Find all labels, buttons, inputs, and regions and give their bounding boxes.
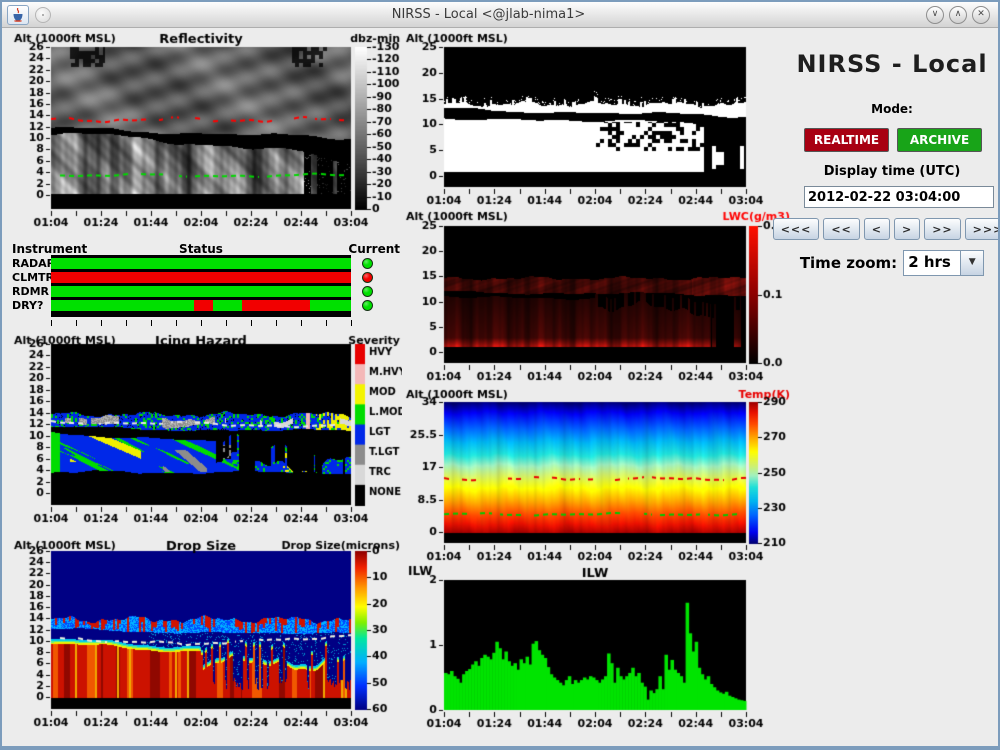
control-panel: NIRSS - Local Mode: REALTIME ARCHIVE Dis… bbox=[794, 42, 990, 302]
close-button[interactable]: ✕ bbox=[972, 6, 990, 24]
temperature-panel bbox=[402, 386, 792, 564]
window-title: NIRSS - Local <@jlab-nima1> bbox=[51, 7, 926, 22]
status-current-indicator bbox=[362, 286, 373, 297]
status-bar-segment bbox=[51, 300, 194, 311]
drop-size-panel bbox=[10, 537, 402, 747]
nav-forward-fast-button[interactable]: >>> bbox=[965, 218, 1000, 240]
display-time-input[interactable] bbox=[804, 186, 994, 208]
status-bar-segment bbox=[242, 300, 310, 311]
titlebar[interactable]: NIRSS - Local <@jlab-nima1> ∨ ∧ ✕ bbox=[2, 2, 998, 28]
status-axis-tick bbox=[76, 320, 77, 326]
realtime-button[interactable]: REALTIME bbox=[804, 128, 889, 152]
reflectivity-heatmap bbox=[10, 30, 402, 240]
status-bar-segment bbox=[51, 258, 351, 269]
close-icon: ✕ bbox=[977, 9, 985, 19]
status-current-indicator bbox=[362, 272, 373, 283]
time-zoom-value: 2 hrs bbox=[904, 251, 960, 275]
status-axis-tick bbox=[301, 320, 302, 326]
status-row-label: RDMR bbox=[12, 286, 49, 297]
status-axis-tick bbox=[226, 320, 227, 326]
window-menu-button[interactable] bbox=[35, 7, 51, 23]
lwc-heatmap bbox=[402, 208, 792, 386]
status-bar-segment bbox=[310, 300, 351, 311]
app-window: NIRSS - Local <@jlab-nima1> ∨ ∧ ✕ Instru… bbox=[0, 0, 1000, 750]
status-axis-tick bbox=[326, 320, 327, 326]
instrument-status-panel: Instrument Status Current RADARCLMTRRDMR… bbox=[10, 242, 402, 332]
status-bar-segment bbox=[213, 300, 242, 311]
status-axis-tick bbox=[201, 320, 202, 326]
ilw-panel bbox=[402, 564, 792, 746]
icing-hazard-panel bbox=[10, 332, 402, 534]
status-axis-tick bbox=[151, 320, 152, 326]
status-axis-tick bbox=[276, 320, 277, 326]
reflectivity-panel bbox=[10, 30, 402, 240]
status-bar bbox=[51, 300, 351, 311]
maximize-button[interactable]: ∧ bbox=[949, 6, 967, 24]
time-zoom-select[interactable]: 2 hrs ▼ bbox=[903, 250, 984, 276]
ilw-area-chart bbox=[402, 564, 792, 746]
nav-back-medium-button[interactable]: << bbox=[823, 218, 859, 240]
archive-button[interactable]: ARCHIVE bbox=[897, 128, 982, 152]
drop-size-heatmap bbox=[10, 537, 402, 747]
status-bar-segment bbox=[51, 286, 351, 297]
icing-hazard-heatmap bbox=[10, 332, 402, 534]
status-bar bbox=[51, 286, 351, 297]
status-bar bbox=[51, 258, 351, 269]
status-bar-segment bbox=[51, 272, 351, 283]
status-axis-tick bbox=[176, 320, 177, 326]
status-row-label: RADAR bbox=[12, 258, 55, 269]
status-axis-tick bbox=[251, 320, 252, 326]
temperature-heatmap bbox=[402, 386, 792, 564]
chevron-down-icon[interactable]: ▼ bbox=[960, 251, 983, 275]
app-title: NIRSS - Local bbox=[794, 50, 990, 78]
status-current-indicator bbox=[362, 300, 373, 311]
nav-forward-button[interactable]: > bbox=[894, 218, 920, 240]
java-icon[interactable] bbox=[7, 5, 29, 25]
minimize-icon: ∨ bbox=[932, 9, 939, 19]
status-row-label: CLMTR bbox=[12, 272, 54, 283]
nav-back-fast-button[interactable]: <<< bbox=[773, 218, 820, 240]
mode-label: Mode: bbox=[794, 102, 990, 116]
java-coffee-cup-icon bbox=[12, 8, 24, 22]
nav-back-button[interactable]: < bbox=[864, 218, 890, 240]
status-axis-tick bbox=[51, 320, 52, 326]
status-axis-tick bbox=[101, 320, 102, 326]
status-axis-tick bbox=[351, 320, 352, 326]
maximize-icon: ∧ bbox=[955, 9, 962, 19]
status-bar bbox=[51, 272, 351, 283]
cloud-mask-panel bbox=[402, 30, 792, 206]
status-header-status: Status bbox=[51, 242, 351, 256]
nav-forward-medium-button[interactable]: >> bbox=[924, 218, 960, 240]
status-header-current: Current bbox=[348, 242, 400, 256]
status-bar-segment bbox=[194, 300, 214, 311]
time-zoom-label: Time zoom: bbox=[800, 254, 897, 272]
minimize-button[interactable]: ∨ bbox=[926, 6, 944, 24]
lwc-panel bbox=[402, 208, 792, 386]
status-axis-tick bbox=[126, 320, 127, 326]
status-row-label: DRY? bbox=[12, 300, 43, 311]
status-current-indicator bbox=[362, 258, 373, 269]
display-time-label: Display time (UTC) bbox=[794, 164, 990, 179]
cloud-mask-heatmap bbox=[402, 30, 792, 206]
